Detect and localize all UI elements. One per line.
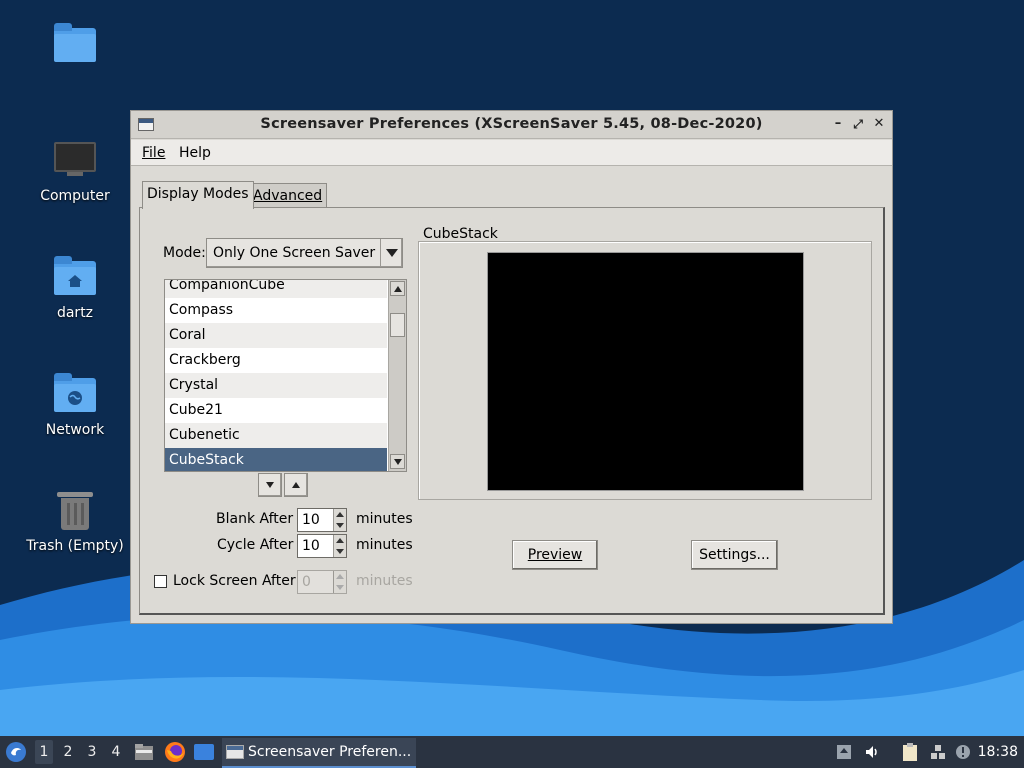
list-item[interactable]: Cubenetic	[165, 423, 387, 448]
cycle-after-label: Cycle After	[217, 537, 294, 553]
desktop-icon-network[interactable]: Network	[10, 372, 140, 440]
workspace-3[interactable]: 3	[83, 744, 101, 760]
spinner-buttons[interactable]	[333, 535, 346, 557]
list-item[interactable]: CubeStack	[165, 448, 387, 471]
notification-icon[interactable]	[955, 744, 971, 760]
lock-after-unit: minutes	[356, 573, 413, 589]
previous-item-button[interactable]	[284, 473, 308, 497]
lock-screen-checkbox[interactable]	[154, 575, 167, 588]
taskbar: 1 2 3 4 Screensaver Preferen... 18:38	[0, 736, 1024, 768]
updates-icon[interactable]	[836, 744, 852, 760]
tab-display-modes-label: Display Modes	[147, 186, 249, 202]
workspace-2[interactable]: 2	[59, 744, 77, 760]
list-scrollbar[interactable]	[388, 280, 406, 471]
next-item-button[interactable]	[258, 473, 282, 497]
scroll-down-icon[interactable]	[390, 454, 405, 469]
screensaver-preferences-window: Screensaver Preferences (XScreenSaver 5.…	[130, 110, 893, 624]
menu-help[interactable]: Help	[179, 145, 211, 161]
clipboard-icon[interactable]	[900, 742, 920, 762]
cycle-after-spinner[interactable]: 10	[297, 534, 347, 558]
blank-after-label: Blank After	[216, 511, 294, 527]
firefox-icon[interactable]	[163, 740, 187, 764]
list-item[interactable]: Compass	[165, 298, 387, 323]
spinner-buttons[interactable]	[333, 509, 346, 531]
cycle-after-value: 10	[302, 538, 320, 554]
tab-advanced[interactable]: Advanced	[248, 183, 328, 207]
arrow-down-icon	[266, 482, 274, 488]
volume-icon[interactable]	[864, 744, 880, 760]
desktop-icon-folder[interactable]	[10, 22, 140, 94]
desktop-icon-computer[interactable]: Computer	[10, 138, 140, 206]
spinner-buttons	[333, 571, 346, 593]
close-icon[interactable]: ✕	[870, 115, 888, 133]
preview-canvas	[487, 252, 804, 491]
list-item[interactable]: Cube21	[165, 398, 387, 423]
window-titlebar[interactable]: Screensaver Preferences (XScreenSaver 5.…	[131, 111, 892, 139]
lock-after-spinner: 0	[297, 570, 347, 594]
trash-icon	[53, 488, 97, 532]
preview-button-label: Preview	[527, 547, 583, 563]
screensaver-list[interactable]: CompanionCube Compass Coral Crackberg Crysta…	[164, 279, 407, 472]
lock-after-value: 0	[302, 574, 311, 590]
list-item[interactable]: CompanionCube	[165, 280, 387, 298]
mode-label: Mode:	[163, 245, 206, 261]
menu-file[interactable]: File	[142, 145, 165, 161]
start-menu-icon[interactable]	[5, 741, 27, 763]
cycle-after-unit: minutes	[356, 537, 413, 553]
blank-after-unit: minutes	[356, 511, 413, 527]
preview-title: CubeStack	[423, 226, 498, 242]
workspace-4[interactable]: 4	[107, 744, 125, 760]
window-icon	[226, 745, 244, 759]
scrollbar-thumb[interactable]	[390, 313, 405, 337]
blank-after-value: 10	[302, 512, 320, 528]
desktop-icon-label: Network	[45, 422, 105, 438]
workspace-1[interactable]: 1	[35, 740, 53, 764]
list-item[interactable]: Coral	[165, 323, 387, 348]
settings-button-label: Settings...	[699, 547, 770, 563]
maximize-icon[interactable]: ⤢	[849, 115, 867, 133]
window-title: Screensaver Preferences (XScreenSaver 5.…	[260, 116, 763, 132]
tab-display-modes[interactable]: Display Modes	[142, 181, 254, 209]
desktop-show-icon[interactable]	[193, 742, 215, 762]
list-item[interactable]: Crackberg	[165, 348, 387, 373]
minimize-icon[interactable]: –	[829, 115, 847, 133]
list-item[interactable]: Crystal	[165, 373, 387, 398]
desktop-icon-label: Trash (Empty)	[26, 538, 124, 554]
desktop-icon-home[interactable]: dartz	[10, 255, 140, 323]
chevron-down-icon[interactable]	[380, 239, 402, 267]
file-manager-icon[interactable]	[133, 741, 155, 763]
settings-button[interactable]: Settings...	[691, 540, 778, 570]
screensaver-list-rows: CompanionCube Compass Coral Crackberg Crysta…	[165, 280, 387, 471]
network-folder-icon	[53, 372, 97, 416]
lock-screen-label[interactable]: Lock Screen After	[173, 573, 296, 589]
menu-file-label: File	[142, 145, 166, 161]
mode-select[interactable]: Only One Screen Saver	[206, 238, 403, 268]
blank-after-spinner[interactable]: 10	[297, 508, 347, 532]
arrow-up-icon	[292, 482, 300, 488]
desktop-icon-label: Computer	[40, 188, 110, 204]
tab-advanced-label: Advanced	[253, 188, 323, 204]
taskbar-window-button[interactable]: Screensaver Preferen...	[222, 738, 416, 768]
menu-help-label: Help	[179, 145, 211, 161]
folder-icon	[53, 22, 97, 66]
menubar: File Help	[131, 140, 892, 166]
desktop-icon-trash[interactable]: Trash (Empty)	[10, 488, 140, 556]
clock[interactable]: 18:38	[978, 744, 1018, 760]
home-folder-icon	[53, 255, 97, 299]
scroll-up-icon[interactable]	[390, 281, 405, 296]
preview-button[interactable]: Preview	[512, 540, 598, 570]
desktop-icon-label: dartz	[56, 305, 94, 321]
computer-icon	[53, 138, 97, 182]
network-icon[interactable]	[930, 744, 946, 760]
taskbar-window-label: Screensaver Preferen...	[248, 744, 412, 760]
mode-select-value: Only One Screen Saver	[213, 245, 376, 261]
